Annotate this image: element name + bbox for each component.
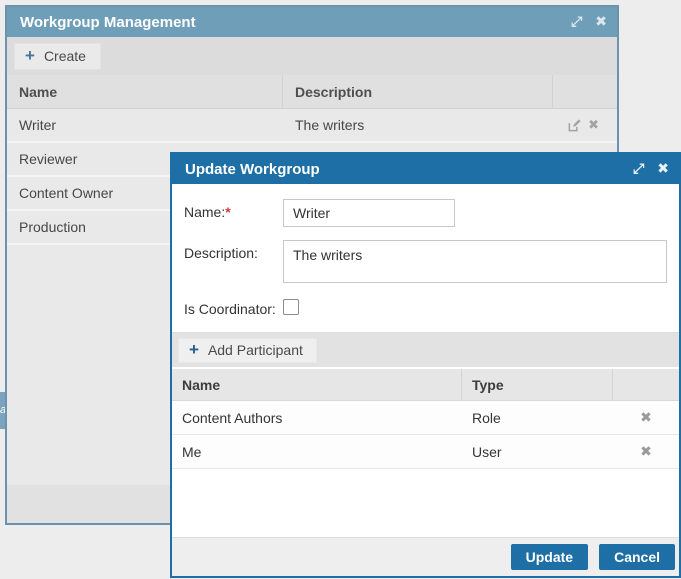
dialog-title: Update Workgroup (185, 161, 633, 178)
row-description: The writers (283, 109, 553, 141)
column-header-name[interactable]: Name (7, 75, 283, 108)
participants-table-header: Name Type (172, 369, 679, 401)
column-header-actions (553, 75, 617, 108)
cancel-button[interactable]: Cancel (599, 544, 675, 570)
delete-icon[interactable]: ✖ (588, 119, 599, 132)
row-name: Writer (7, 109, 283, 141)
main-window-title: Workgroup Management (20, 14, 571, 31)
participant-row[interactable]: Me User ✖ (172, 435, 679, 469)
maximize-icon[interactable]: ⤢ (571, 15, 582, 29)
participants-toolbar: + Add Participant (172, 333, 679, 367)
participant-row[interactable]: Content Authors Role ✖ (172, 401, 679, 435)
add-participant-label: Add Participant (208, 342, 303, 358)
participant-type: User (462, 435, 613, 468)
required-asterisk: * (225, 204, 230, 220)
maximize-icon[interactable]: ⤢ (633, 162, 644, 176)
main-window-titlebar[interactable]: Workgroup Management ⤢ ✖ (7, 7, 617, 37)
description-field[interactable]: The writers (283, 240, 667, 283)
participant-name: Me (172, 435, 462, 468)
workgroup-form: Name:* Description: The writers Is Coord… (172, 184, 679, 332)
column-header-name[interactable]: Name (172, 369, 462, 400)
desktop: a Workgroup Management ⤢ ✖ + Create Name… (0, 0, 681, 579)
is-coordinator-checkbox[interactable] (283, 299, 299, 315)
close-icon[interactable]: ✖ (657, 162, 669, 176)
table-row[interactable]: Writer The writers ✖ (7, 109, 617, 143)
name-field-label: Name:* (184, 199, 283, 220)
create-button-label: Create (44, 48, 86, 64)
description-field-label: Description: (184, 240, 283, 261)
participant-name: Content Authors (172, 401, 462, 434)
update-button[interactable]: Update (511, 544, 588, 570)
participant-type: Role (462, 401, 613, 434)
dialog-footer: Update Cancel (172, 537, 679, 576)
column-header-actions (613, 369, 679, 400)
add-participant-button[interactable]: + Add Participant (178, 338, 317, 363)
create-button[interactable]: + Create (14, 43, 101, 70)
edit-icon[interactable] (567, 118, 582, 133)
plus-icon: + (189, 343, 199, 357)
main-table-header: Name Description (7, 75, 617, 109)
close-icon[interactable]: ✖ (595, 15, 607, 29)
participants-empty-area (172, 469, 679, 537)
main-toolbar: + Create (7, 37, 617, 75)
coordinator-field-label: Is Coordinator: (184, 296, 283, 317)
column-header-type[interactable]: Type (462, 369, 613, 400)
dialog-titlebar[interactable]: Update Workgroup ⤢ ✖ (172, 154, 679, 184)
column-header-description[interactable]: Description (283, 75, 553, 108)
plus-icon: + (25, 49, 35, 63)
remove-participant-icon[interactable]: ✖ (640, 444, 652, 460)
remove-participant-icon[interactable]: ✖ (640, 410, 652, 426)
update-workgroup-dialog: Update Workgroup ⤢ ✖ Name:* Description:… (170, 152, 681, 578)
name-field[interactable] (283, 199, 455, 227)
